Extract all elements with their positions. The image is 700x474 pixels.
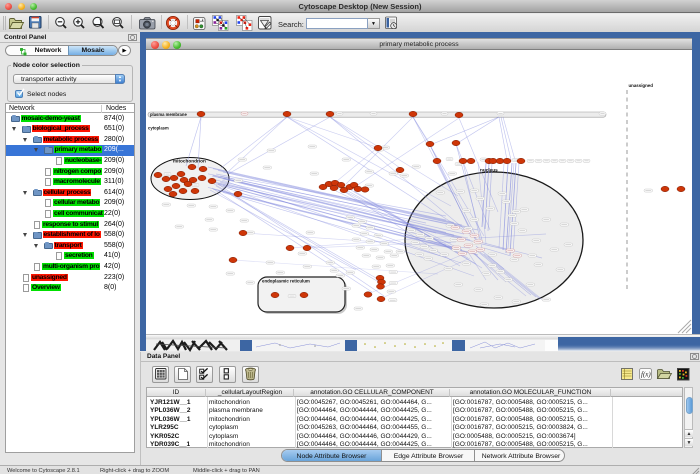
svg-text:mitochondrion: mitochondrion <box>173 159 206 164</box>
svg-text:f(x): f(x) <box>641 371 651 379</box>
svg-text:cytoplasm: cytoplasm <box>148 126 169 131</box>
svg-text:endoplasmic reticulum: endoplasmic reticulum <box>262 279 310 284</box>
svg-text:unassigned: unassigned <box>629 83 654 88</box>
svg-text:nucleus: nucleus <box>480 168 498 173</box>
svg-text:plasma membrane: plasma membrane <box>150 112 187 117</box>
